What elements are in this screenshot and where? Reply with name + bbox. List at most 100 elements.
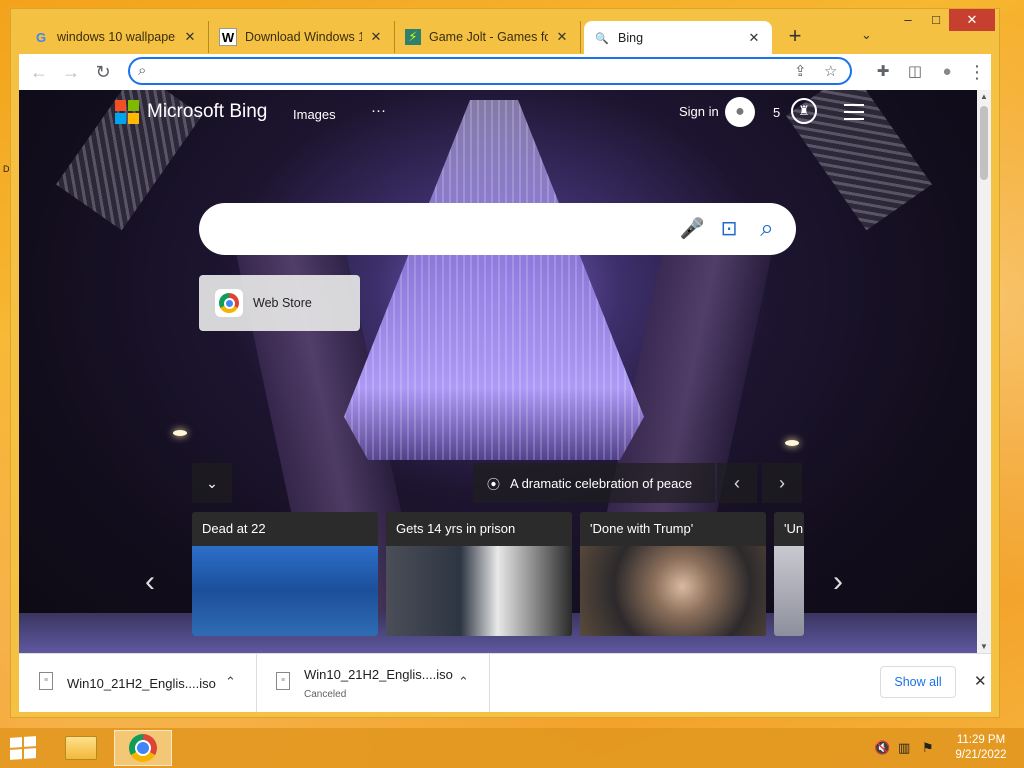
image-caption[interactable]: ⦿ A dramatic celebration of peace — [473, 463, 715, 503]
reload-button[interactable]: ↻ — [91, 60, 115, 84]
browser-toolbar: ← → ↻ ⌕ ⇪ ☆ ✚ ◫ ● ⋮ — [19, 54, 991, 90]
close-tab-icon[interactable]: ✕ — [554, 29, 570, 45]
bing-search-input[interactable] — [221, 219, 665, 241]
bookmark-star-icon[interactable]: ☆ — [824, 62, 837, 80]
news-image — [192, 546, 378, 636]
windows-start-icon[interactable] — [10, 736, 36, 760]
news-headline: 'Done with Trump' — [580, 512, 766, 546]
address-bar[interactable]: ⌕ ⇪ ☆ — [128, 57, 852, 85]
tab-windows-wallpaper[interactable]: G windows 10 wallpaper ✕ — [23, 21, 209, 53]
news-image — [386, 546, 572, 636]
brand-name: Microsoft Bing — [147, 101, 268, 122]
images-link[interactable]: Images — [293, 107, 336, 122]
google-icon: G — [35, 29, 47, 45]
news-card[interactable]: Gets 14 yrs in prison — [386, 512, 572, 636]
tab-strip: G windows 10 wallpaper ✕ W Download Wind… — [11, 9, 999, 55]
microphone-icon[interactable]: 🎤 — [679, 216, 705, 242]
rewards-trophy-icon[interactable]: ♜ — [791, 98, 817, 124]
microsoft-logo-icon — [115, 100, 139, 124]
user-avatar-icon[interactable]: ● — [725, 97, 755, 127]
menu-icon[interactable]: ⋮ — [965, 60, 989, 84]
file-icon: ≡ — [276, 672, 290, 690]
close-tab-icon[interactable]: ✕ — [746, 30, 762, 46]
system-clock[interactable]: 11:29 PM 9/21/2022 — [946, 733, 1016, 763]
bing-search-box[interactable]: 🎤 ⊡ ⌕ — [199, 203, 796, 255]
minimize-button[interactable]: – — [893, 9, 923, 31]
desktop-edge-text: D — [3, 164, 10, 174]
download-bar: ≡ Win10_21H2_Englis....iso ⌃ ≡ Win10_21H… — [19, 653, 991, 712]
more-menu-icon[interactable]: ··· — [371, 102, 386, 119]
search-icon: 🔍 — [595, 32, 609, 45]
gamejolt-icon: ⚡ — [405, 29, 421, 45]
tile-label: Web Store — [253, 296, 312, 310]
news-card[interactable]: 'Done with Trump' — [580, 512, 766, 636]
back-button[interactable]: ← — [27, 60, 51, 84]
scroll-thumb[interactable] — [980, 106, 988, 180]
search-submit-icon[interactable]: ⌕ — [754, 216, 780, 242]
show-all-button[interactable]: Show all — [880, 666, 956, 698]
tab-title: Download Windows 10 — [245, 30, 362, 44]
chrome-web-store-icon — [215, 289, 243, 317]
news-image — [774, 546, 804, 636]
action-center-flag-icon[interactable]: ⚑ — [922, 740, 934, 756]
news-headline: 'Un — [774, 512, 804, 546]
bing-logo[interactable]: Microsoft Bing — [115, 100, 267, 124]
profile-icon[interactable]: ● — [935, 60, 959, 84]
news-card[interactable]: 'Un — [774, 512, 804, 636]
next-image-button[interactable]: › — [762, 463, 802, 503]
download-status: Canceled — [304, 689, 347, 700]
close-tab-icon[interactable]: ✕ — [182, 29, 198, 45]
clock-date: 9/21/2022 — [955, 749, 1007, 761]
maximize-button[interactable]: □ — [923, 9, 949, 31]
close-download-bar-icon[interactable]: ✕ — [974, 672, 987, 690]
scroll-up-icon[interactable]: ▲ — [977, 92, 991, 101]
download-options-icon[interactable]: ⌃ — [225, 674, 236, 690]
page-scrollbar[interactable]: ▲ ▼ — [977, 90, 991, 653]
sign-in-link[interactable]: Sign in — [679, 104, 719, 119]
chrome-taskbar-icon[interactable] — [114, 730, 172, 766]
side-panel-icon[interactable]: ◫ — [903, 60, 927, 84]
forward-button[interactable]: → — [59, 60, 83, 84]
tab-game-jolt[interactable]: ⚡ Game Jolt - Games for ✕ — [395, 21, 581, 53]
browser-window: G windows 10 wallpaper ✕ W Download Wind… — [10, 8, 1000, 718]
tab-search-button[interactable]: ⌄ — [861, 27, 872, 43]
scroll-down-icon[interactable]: ▼ — [977, 642, 991, 651]
volume-muted-icon[interactable]: 🔇 — [874, 740, 890, 756]
visual-search-icon[interactable]: ⊡ — [716, 216, 742, 242]
address-input[interactable] — [160, 62, 764, 82]
news-headline: Dead at 22 — [192, 512, 378, 546]
location-pin-icon: ⦿ — [487, 476, 501, 492]
download-options-icon[interactable]: ⌃ — [458, 674, 469, 690]
file-explorer-taskbar-icon[interactable] — [52, 730, 110, 766]
news-headline: Gets 14 yrs in prison — [386, 512, 572, 546]
download-filename: Win10_21H2_Englis....iso — [304, 667, 453, 682]
download-item[interactable]: ≡ Win10_21H2_Englis....iso ⌃ — [19, 654, 257, 712]
carousel-prev-icon[interactable]: ‹ — [145, 565, 155, 599]
tab-title: windows 10 wallpaper — [57, 30, 176, 44]
caption-text: A dramatic celebration of peace — [510, 475, 693, 491]
close-window-button[interactable]: ✕ — [949, 9, 995, 31]
hamburger-menu-icon[interactable] — [844, 104, 864, 125]
lamp-light — [785, 440, 799, 446]
clock-time: 11:29 PM — [956, 734, 1006, 746]
tab-title: Game Jolt - Games for — [429, 30, 548, 44]
search-icon: ⌕ — [138, 62, 147, 79]
taskbar: 🔇 ▥ ⚑ 11:29 PM 9/21/2022 — [0, 728, 1024, 768]
web-store-tile[interactable]: Web Store — [199, 275, 360, 331]
carousel-next-icon[interactable]: › — [833, 565, 843, 599]
collapse-feed-button[interactable]: ⌄ — [192, 463, 232, 503]
share-icon[interactable]: ⇪ — [794, 62, 807, 80]
extensions-icon[interactable]: ✚ — [871, 60, 895, 84]
download-item[interactable]: ≡ Win10_21H2_Englis....iso Canceled ⌃ — [256, 654, 490, 712]
tab-download-windows[interactable]: W Download Windows 10 ✕ — [209, 21, 395, 53]
chandelier-streaks — [344, 100, 644, 460]
tab-bing[interactable]: 🔍 Bing ✕ — [584, 21, 772, 55]
news-card[interactable]: Dead at 22 — [192, 512, 378, 636]
new-tab-button[interactable]: + — [783, 25, 807, 49]
network-icon[interactable]: ▥ — [898, 740, 910, 756]
bing-page: Microsoft Bing Images ··· Sign in ● 5 ♜ … — [19, 90, 977, 653]
tab-title: Bing — [618, 31, 644, 45]
close-tab-icon[interactable]: ✕ — [368, 29, 384, 45]
rewards-points: 5 — [773, 105, 781, 120]
previous-image-button[interactable]: ‹ — [717, 463, 757, 503]
